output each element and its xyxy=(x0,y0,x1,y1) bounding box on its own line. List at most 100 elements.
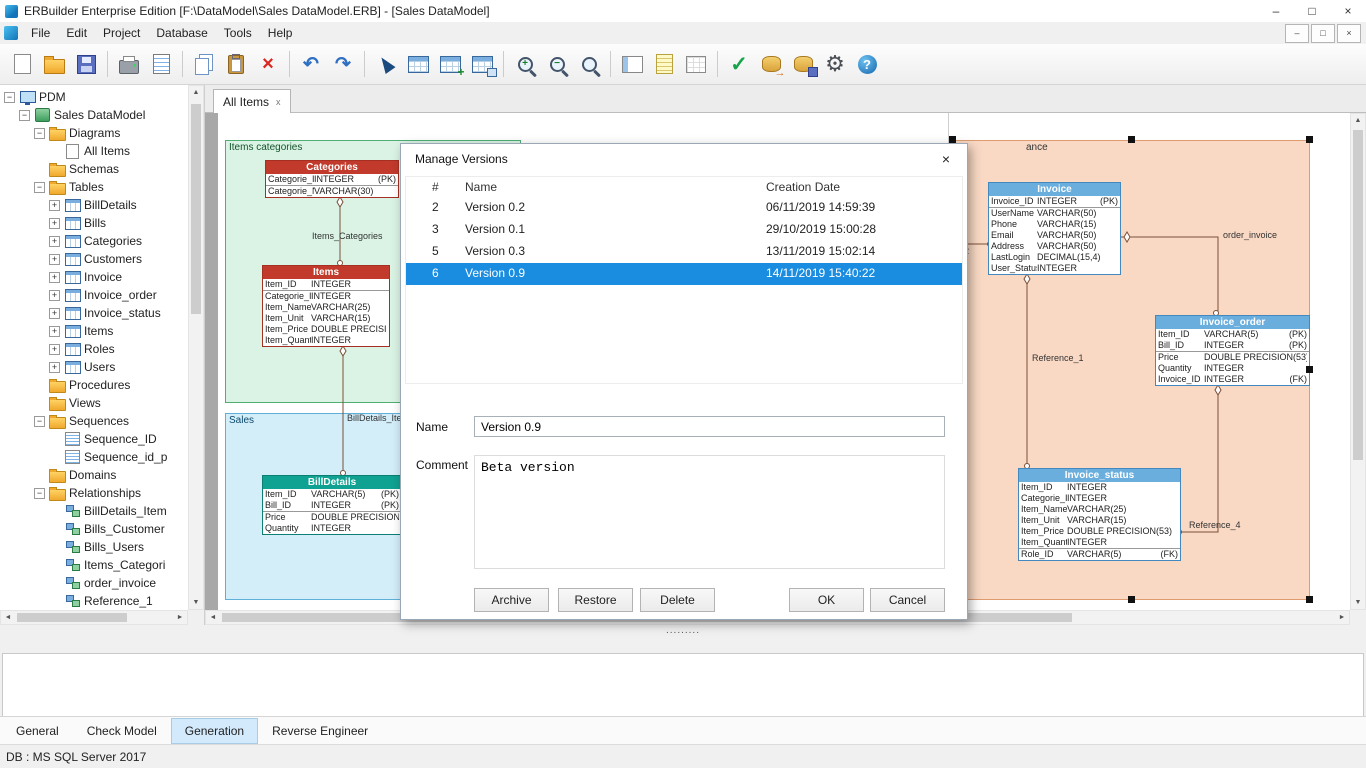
scroll-right-arrow[interactable]: ► xyxy=(1335,611,1349,624)
tree-expander[interactable]: − xyxy=(4,92,15,103)
open-file-button[interactable] xyxy=(38,48,70,80)
tree-item-items[interactable]: +Items xyxy=(0,322,188,340)
tree-item-roles[interactable]: +Roles xyxy=(0,340,188,358)
tree-item-customers[interactable]: +Customers xyxy=(0,250,188,268)
scrollbar-thumb[interactable] xyxy=(191,104,201,314)
scroll-right-arrow[interactable]: ► xyxy=(173,611,187,624)
tree-expander[interactable]: + xyxy=(49,236,60,247)
version-comment-textarea[interactable]: Beta version xyxy=(474,455,945,569)
tree-expander[interactable]: − xyxy=(34,416,45,427)
paste-button[interactable] xyxy=(220,48,252,80)
version-name-input[interactable] xyxy=(474,416,945,437)
diagram-table-invoice-status[interactable]: Invoice_statusItem_IDINTEGERCategorie_ID… xyxy=(1018,468,1181,561)
tab-generation[interactable]: Generation xyxy=(171,718,258,744)
tree-item-invoice-order[interactable]: +Invoice_order xyxy=(0,286,188,304)
tree-item-sequence-id-p[interactable]: Sequence_id_p xyxy=(0,448,188,466)
tree-item-tables[interactable]: −Tables xyxy=(0,178,188,196)
scrollbar-thumb[interactable] xyxy=(1353,130,1363,460)
tree-expander[interactable]: + xyxy=(49,254,60,265)
tree-expander[interactable]: − xyxy=(34,488,45,499)
diagram-table-invoice[interactable]: InvoiceInvoice_IDINTEGER(PK)UserNameVARC… xyxy=(988,182,1121,275)
generate-scripts-button[interactable] xyxy=(787,48,819,80)
selection-handle[interactable] xyxy=(949,136,956,143)
restore-button[interactable]: Restore xyxy=(558,588,633,612)
zoom-in-button[interactable]: + xyxy=(509,48,541,80)
tree-item-billdetails[interactable]: +BillDetails xyxy=(0,196,188,214)
tab-reverse-engineer[interactable]: Reverse Engineer xyxy=(258,718,382,744)
forward-engineer-button[interactable] xyxy=(755,48,787,80)
properties-panel-button[interactable] xyxy=(616,48,648,80)
tree-item-invoice[interactable]: +Invoice xyxy=(0,268,188,286)
menu-database[interactable]: Database xyxy=(148,23,215,43)
tree-item-order-invoice[interactable]: order_invoice xyxy=(0,574,188,592)
ok-button[interactable]: OK xyxy=(789,588,864,612)
tree-item-bills-users[interactable]: Bills_Users xyxy=(0,538,188,556)
tree-expander[interactable]: + xyxy=(49,326,60,337)
tree-item-sequence-id[interactable]: Sequence_ID xyxy=(0,430,188,448)
tree-expander[interactable]: + xyxy=(49,362,60,373)
delete-button[interactable]: × xyxy=(252,48,284,80)
selection-handle[interactable] xyxy=(1306,136,1313,143)
pointer-button[interactable] xyxy=(370,48,402,80)
tree-expander[interactable]: + xyxy=(49,308,60,319)
diagram-table-categories[interactable]: CategoriesCategorie_IDINTEGER(PK)Categor… xyxy=(265,160,399,198)
scroll-up-arrow[interactable]: ▲ xyxy=(1351,114,1365,127)
tree-expander[interactable]: + xyxy=(49,272,60,283)
tree-horizontal-scrollbar[interactable]: ◄ ► xyxy=(0,610,188,625)
copy-button[interactable] xyxy=(188,48,220,80)
tree-item-relationships[interactable]: −Relationships xyxy=(0,484,188,502)
child-restore-button[interactable]: □ xyxy=(1311,24,1335,43)
tree-expander[interactable]: − xyxy=(34,182,45,193)
tree-item-items-categori[interactable]: Items_Categori xyxy=(0,556,188,574)
delete-button[interactable]: Delete xyxy=(640,588,715,612)
tree-item-diagrams[interactable]: −Diagrams xyxy=(0,124,188,142)
redo-button[interactable]: ↷ xyxy=(327,48,359,80)
new-view-button[interactable] xyxy=(434,48,466,80)
scroll-up-arrow[interactable]: ▲ xyxy=(189,86,203,99)
notes-button[interactable] xyxy=(648,48,680,80)
selection-handle[interactable] xyxy=(1128,136,1135,143)
tree-item-billdetails-item[interactable]: BillDetails_Item xyxy=(0,502,188,520)
tree-item-procedures[interactable]: Procedures xyxy=(0,376,188,394)
tree-expander[interactable]: + xyxy=(49,290,60,301)
splitter-handle[interactable]: ......... xyxy=(0,625,1366,637)
tab-close-icon[interactable]: x xyxy=(276,97,281,107)
tree-item-sequences[interactable]: −Sequences xyxy=(0,412,188,430)
tree-expander[interactable]: − xyxy=(19,110,30,121)
dialog-close-button[interactable]: × xyxy=(931,148,961,170)
scroll-down-arrow[interactable]: ▼ xyxy=(189,596,203,609)
tree-item-users[interactable]: +Users xyxy=(0,358,188,376)
version-row-version-0-2[interactable]: 2Version 0.206/11/2019 14:59:39 xyxy=(406,197,962,219)
version-row-version-0-3[interactable]: 5Version 0.313/11/2019 15:02:14 xyxy=(406,241,962,263)
tree-expander[interactable]: + xyxy=(49,200,60,211)
tab-check-model[interactable]: Check Model xyxy=(73,718,171,744)
print-button[interactable] xyxy=(113,48,145,80)
scroll-down-arrow[interactable]: ▼ xyxy=(1351,596,1365,609)
diagram-table-invoice-order[interactable]: Invoice_orderItem_IDVARCHAR(5)(PK)Bill_I… xyxy=(1155,315,1310,386)
version-row-version-0-9[interactable]: 6Version 0.914/11/2019 15:40:22 xyxy=(406,263,962,285)
tree-item-domains[interactable]: Domains xyxy=(0,466,188,484)
undo-button[interactable]: ↶ xyxy=(295,48,327,80)
data-browser-button[interactable] xyxy=(680,48,712,80)
diagram-table-billdetails[interactable]: BillDetailsItem_IDVARCHAR(5)(PK)Bill_IDI… xyxy=(262,475,402,535)
tree-expander[interactable]: + xyxy=(49,344,60,355)
selection-handle[interactable] xyxy=(1306,366,1313,373)
window-maximize-button[interactable]: □ xyxy=(1294,0,1330,22)
scroll-left-arrow[interactable]: ◄ xyxy=(206,611,220,624)
cancel-button[interactable]: Cancel xyxy=(870,588,945,612)
tree-item-reference-1[interactable]: Reference_1 xyxy=(0,592,188,610)
tree-expander[interactable]: + xyxy=(49,218,60,229)
child-minimize-button[interactable]: – xyxy=(1285,24,1309,43)
settings-button[interactable]: ⚙ xyxy=(819,48,851,80)
scrollbar-thumb[interactable] xyxy=(17,613,127,622)
panel-splitter[interactable]: ......... xyxy=(0,625,1366,655)
menu-edit[interactable]: Edit xyxy=(58,23,95,43)
tree-item-all-items[interactable]: All Items xyxy=(0,142,188,160)
auto-layout-button[interactable] xyxy=(466,48,498,80)
menu-file[interactable]: File xyxy=(23,23,58,43)
version-row-version-0-1[interactable]: 3Version 0.129/10/2019 15:00:28 xyxy=(406,219,962,241)
tree-item-categories[interactable]: +Categories xyxy=(0,232,188,250)
tree-item-bills[interactable]: +Bills xyxy=(0,214,188,232)
tree-item-views[interactable]: Views xyxy=(0,394,188,412)
zoom-button[interactable] xyxy=(573,48,605,80)
